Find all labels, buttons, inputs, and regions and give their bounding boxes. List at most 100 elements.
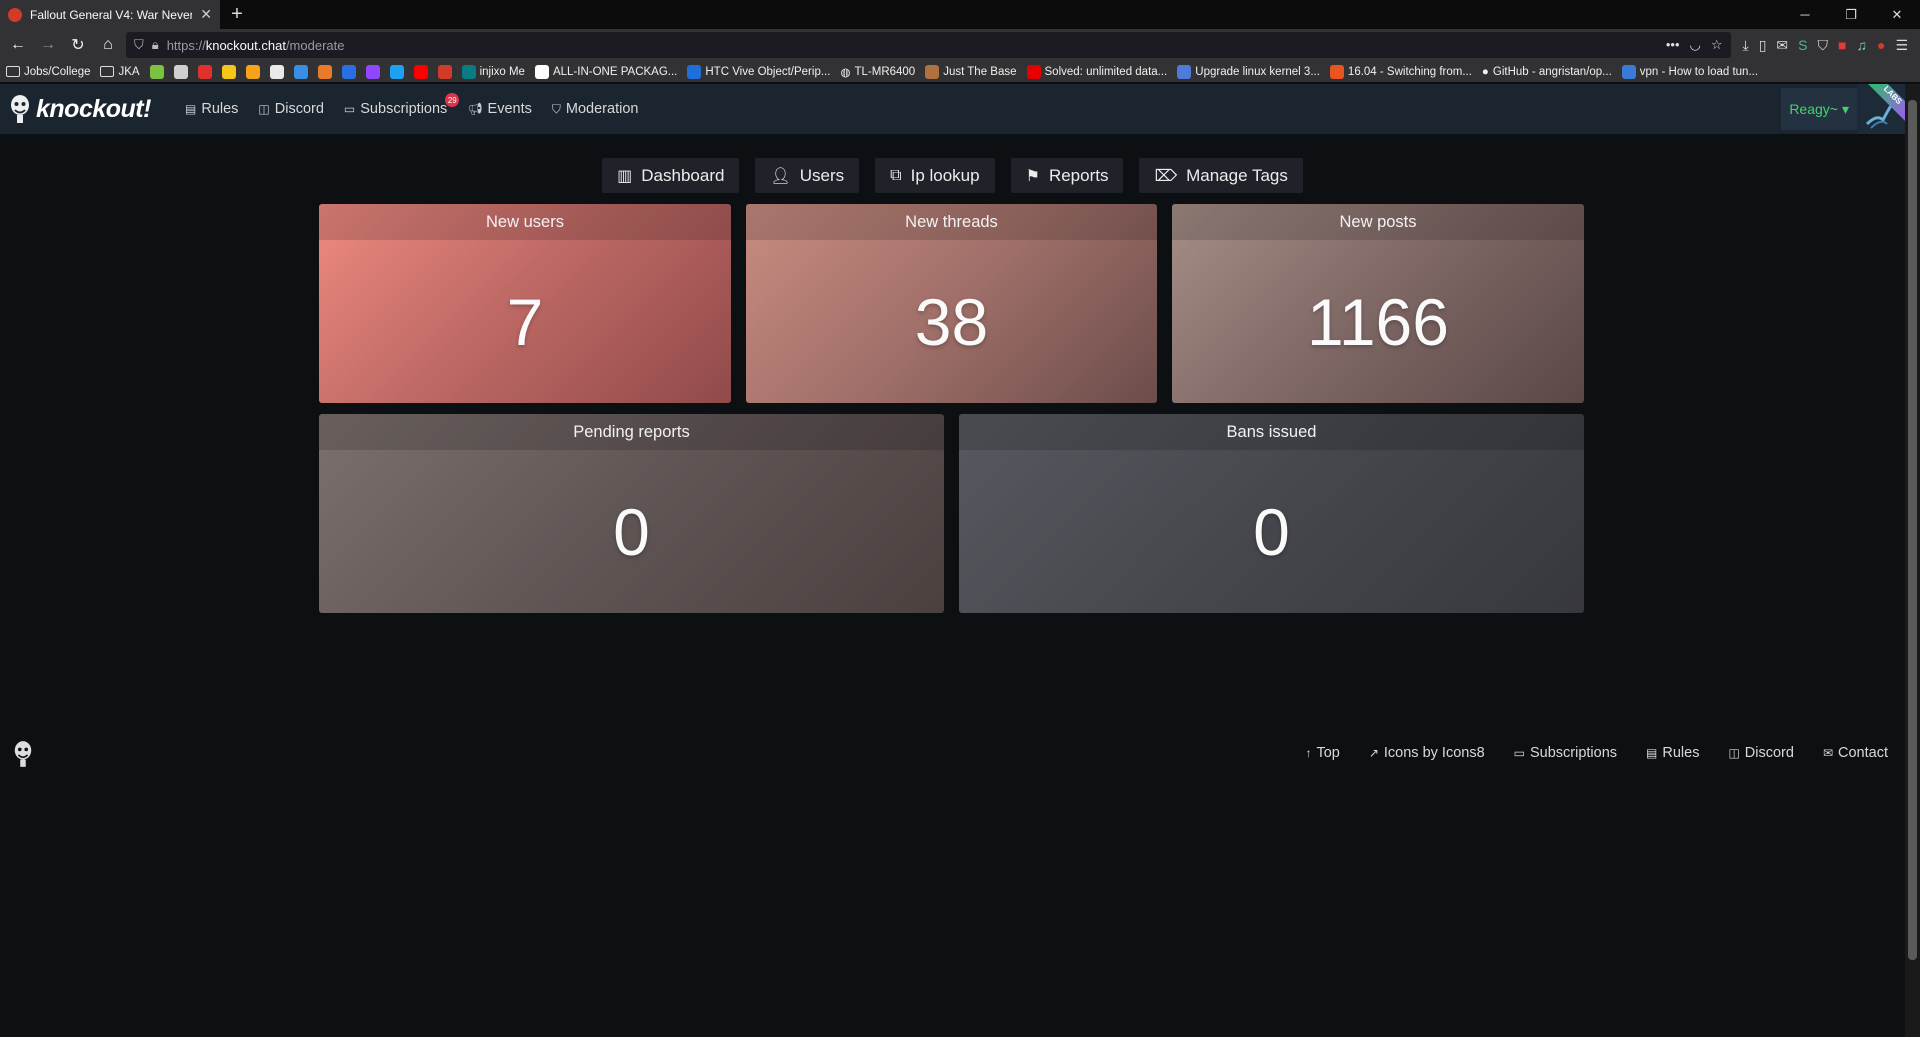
tab-users[interactable]: 👤︎ Users — [755, 158, 860, 193]
bookmark-item[interactable] — [293, 64, 308, 79]
subscriptions-icon: ▭ — [343, 102, 356, 116]
bookmark-item[interactable] — [365, 64, 380, 79]
extension-lock-icon[interactable]: ■ — [1838, 37, 1846, 54]
reload-button[interactable]: ↻ — [66, 33, 90, 57]
site-icon — [293, 64, 308, 79]
bookmark-item[interactable] — [317, 64, 332, 79]
home-button[interactable]: ⌂ — [96, 33, 120, 57]
pocket-icon[interactable]: ◡ — [1690, 37, 1701, 53]
bookmark-item[interactable] — [413, 64, 428, 79]
bookmark-item[interactable] — [437, 64, 452, 79]
bookmark-label: Jobs/College — [24, 65, 91, 78]
bookmark-item[interactable]: Just The Base — [925, 64, 1017, 79]
bookmark-label: Just The Base — [943, 65, 1017, 78]
page-actions-icon[interactable]: ••• — [1666, 37, 1680, 53]
stat-card-pending-reports: Pending reports 0 — [319, 414, 944, 613]
bookmark-item[interactable]: injixo Me — [461, 64, 525, 79]
extension-ublock-icon[interactable]: ● — [1877, 37, 1885, 54]
page-scrollbar[interactable] — [1905, 84, 1920, 1037]
bookmark-item[interactable]: Solved: unlimited data... — [1026, 64, 1167, 79]
site-icon — [149, 64, 164, 79]
nav-moderation[interactable]: ⛉ Moderation — [552, 101, 639, 117]
mail-icon: ✉ — [1822, 746, 1834, 760]
stat-card-new-posts: New posts 1166 — [1172, 204, 1584, 403]
globe-icon: ◍ — [840, 66, 851, 79]
tab-label: Ip lookup — [910, 165, 980, 185]
bookmark-item[interactable]: ● GitHub - angristan/op... — [1482, 66, 1612, 78]
avatar[interactable]: LABS — [1857, 84, 1905, 134]
footer-link-rules[interactable]: ▤ Rules — [1646, 745, 1699, 761]
menu-icon[interactable]: ☰ — [1895, 37, 1908, 54]
restore-icon[interactable]: ❐ — [1828, 0, 1874, 29]
minimize-icon[interactable]: ─ — [1782, 0, 1828, 29]
footer-mascot-icon[interactable] — [12, 740, 34, 768]
tracking-shield-icon[interactable]: ⛉ — [134, 37, 144, 53]
bookmark-item[interactable] — [197, 64, 212, 79]
lock-icon[interactable]: 🔒︎ — [152, 37, 159, 53]
site-icon — [1329, 64, 1344, 79]
browser-navbar: ← → ↻ ⌂ ⛉ 🔒︎ https://knockout.chat/moder… — [0, 29, 1920, 61]
subscriptions-icon: ▭ — [1513, 746, 1525, 760]
bookmark-item[interactable] — [173, 64, 188, 79]
site-icon — [1177, 64, 1192, 79]
tab-ip-lookup[interactable]: ⧉ Ip lookup — [875, 158, 995, 193]
bookmark-item[interactable] — [245, 64, 260, 79]
stat-label: New posts — [1172, 204, 1584, 240]
close-tab-icon[interactable]: ✕ — [200, 6, 212, 23]
stat-label: New threads — [746, 204, 1157, 240]
nav-discord[interactable]: ◫ Discord — [258, 101, 324, 117]
bookmark-item[interactable]: ◍ TL-MR6400 — [840, 65, 915, 79]
bookmark-item[interactable] — [221, 64, 236, 79]
tab-label: Users — [799, 165, 845, 185]
footer-link-contact[interactable]: ✉ Contact — [1823, 745, 1888, 761]
back-button[interactable]: ← — [6, 33, 30, 57]
nav-subscriptions[interactable]: ▭ Subscriptions 29 — [343, 93, 460, 117]
bookmark-item[interactable]: Jobs/College — [6, 66, 90, 78]
nav-events[interactable]: 📢︎ Events — [467, 101, 532, 117]
bookmark-item[interactable] — [149, 64, 164, 79]
tab-manage-tags[interactable]: ⌦ Manage Tags — [1139, 158, 1303, 193]
browser-tab[interactable]: Fallout General V4: War Never C ✕ — [0, 0, 220, 29]
footer-links: ↑ Top ↗ Icons by Icons8 ▭ Subscriptions ▤ Rules… — [1305, 745, 1888, 761]
bookmark-item[interactable]: 16.04 - Switching from... — [1329, 64, 1472, 79]
tab-dashboard[interactable]: ▥ Dashboard — [602, 158, 740, 193]
extension-icon[interactable]: S — [1798, 37, 1807, 54]
bookmark-item[interactable]: JKA — [100, 66, 140, 78]
rules-icon: ▤ — [185, 102, 197, 116]
user-menu[interactable]: Reagy~ ▾ LABS — [1781, 84, 1905, 134]
bookmark-item[interactable]: Upgrade linux kernel 3... — [1177, 64, 1320, 79]
bookmark-item[interactable] — [341, 64, 356, 79]
forward-button[interactable]: → — [36, 33, 60, 57]
external-link-icon: ↗ — [1368, 746, 1379, 760]
footer-link-label: Top — [1316, 745, 1340, 761]
footer-link-subscriptions[interactable]: ▭ Subscriptions — [1514, 745, 1617, 761]
bookmark-item[interactable]: ALL-IN-ONE PACKAG... — [534, 64, 677, 79]
nav-rules[interactable]: ▤ Rules — [185, 101, 238, 117]
tab-label: Dashboard — [641, 165, 725, 185]
footer-link-label: Subscriptions — [1529, 745, 1618, 761]
bookmark-item[interactable]: vpn - How to load tun... — [1621, 64, 1758, 79]
footer-link-discord[interactable]: ◫ Discord — [1728, 745, 1794, 761]
bookmark-star-icon[interactable]: ☆ — [1711, 37, 1723, 53]
site-logo[interactable]: knockout! — [0, 94, 180, 124]
bookmark-item[interactable] — [269, 64, 284, 79]
username-dropdown[interactable]: Reagy~ ▾ — [1781, 88, 1857, 130]
tab-reports[interactable]: ⚑ Reports — [1010, 158, 1124, 193]
sidebar-icon[interactable]: ▯ — [1759, 37, 1767, 54]
tab-label: Manage Tags — [1186, 165, 1288, 185]
footer-link-top[interactable]: ↑ Top — [1305, 745, 1339, 761]
url-bar[interactable]: ⛉ 🔒︎ https://knockout.chat/moderate ••• … — [126, 32, 1731, 58]
extension-shield-icon[interactable]: ⛉ — [1818, 37, 1829, 54]
site-icon — [197, 64, 212, 79]
extension-music-icon[interactable]: ♫ — [1856, 37, 1867, 54]
download-icon[interactable]: ⤓ — [1743, 37, 1749, 54]
new-tab-button[interactable]: + — [220, 0, 254, 29]
scrollbar-thumb[interactable] — [1908, 100, 1917, 960]
bookmark-item[interactable]: HTC Vive Object/Perip... — [687, 64, 830, 79]
footer-link-icons-by-icons8[interactable]: ↗ Icons by Icons8 — [1369, 745, 1485, 761]
bookmark-label: Upgrade linux kernel 3... — [1195, 65, 1320, 78]
bookmark-item[interactable] — [389, 64, 404, 79]
mail-extension-icon[interactable]: ✉ — [1776, 37, 1788, 54]
rules-icon: ▤ — [1646, 746, 1658, 760]
close-window-icon[interactable]: ✕ — [1874, 0, 1920, 29]
